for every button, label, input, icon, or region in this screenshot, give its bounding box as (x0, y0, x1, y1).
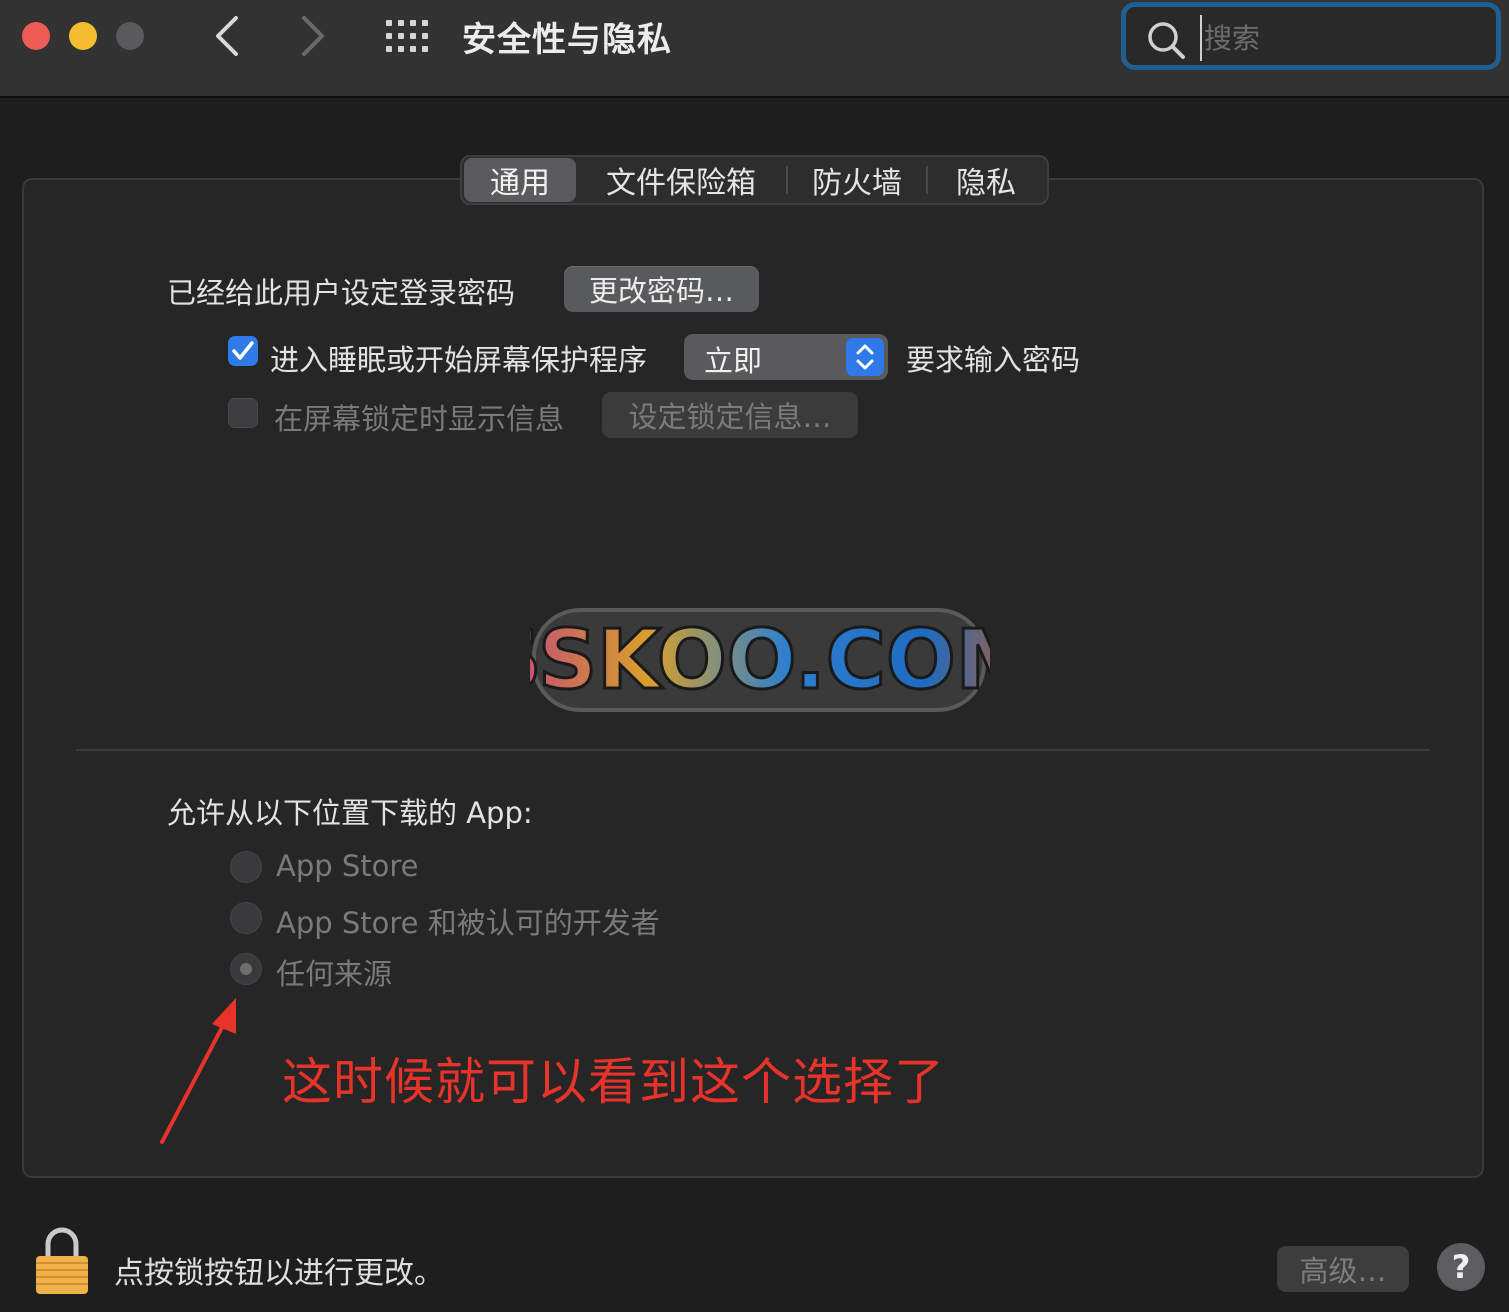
require-password-suffix: 要求输入密码 (906, 343, 1081, 377)
tab-filevault[interactable]: 文件保险箱 (576, 158, 786, 202)
radio-anywhere[interactable] (230, 953, 262, 985)
radio-anywhere-label: 任何来源 (276, 957, 393, 991)
search-field[interactable] (1121, 2, 1501, 70)
lock-hint-text: 点按锁按钮以进行更改。 (114, 1256, 444, 1291)
sskoo-watermark-logo: SSKOO.COM (530, 608, 990, 712)
set-lock-message-button[interactable]: 设定锁定信息… (602, 392, 858, 438)
show-lock-message-checkbox[interactable] (228, 398, 258, 428)
minimize-window-button[interactable] (69, 22, 97, 50)
close-window-button[interactable] (22, 22, 50, 50)
tab-firewall[interactable]: 防火墙 (788, 158, 926, 202)
chevron-right-icon (302, 16, 324, 56)
tab-bar: 通用 文件保险箱 防火墙 隐私 (460, 155, 1049, 205)
advanced-button[interactable]: 高级… (1277, 1246, 1409, 1292)
back-button[interactable] (206, 14, 246, 58)
grid-icon (386, 20, 428, 52)
radio-app-store-identified-label: App Store 和被认可的开发者 (276, 906, 660, 940)
tab-privacy[interactable]: 隐私 (928, 158, 1044, 202)
require-password-checkbox[interactable] (228, 336, 258, 366)
radio-selected-dot (240, 963, 252, 975)
radio-app-store[interactable] (230, 851, 262, 883)
title-bar: 安全性与隐私 (0, 0, 1509, 98)
require-password-label: 进入睡眠或开始屏幕保护程序 (270, 343, 648, 377)
search-input[interactable] (1200, 15, 1486, 61)
show-lock-message-label: 在屏幕锁定时显示信息 (274, 402, 565, 436)
help-button[interactable]: ? (1437, 1243, 1485, 1291)
password-delay-value: 立即 (704, 344, 763, 378)
radio-app-store-label: App Store (276, 849, 419, 883)
annotation-arrow-icon (160, 998, 236, 1144)
change-password-button[interactable]: 更改密码… (564, 266, 759, 312)
chevron-left-icon (216, 16, 238, 56)
watermark-text: SSKOO.COM (530, 613, 990, 708)
window-title: 安全性与隐私 (462, 20, 672, 60)
annotation-text: 这时候就可以看到这个选择了 (282, 1053, 945, 1111)
show-all-button[interactable] (384, 18, 430, 54)
allow-downloads-heading: 允许从以下位置下载的 App: (167, 796, 533, 830)
forward-button[interactable] (292, 14, 332, 58)
checkmark-icon (232, 341, 254, 360)
updown-chevron-icon (846, 338, 884, 376)
password-set-label: 已经给此用户设定登录密码 (167, 276, 516, 310)
password-delay-popup[interactable]: 立即 (684, 334, 888, 380)
section-divider (76, 749, 1430, 751)
tab-general[interactable]: 通用 (464, 158, 576, 202)
zoom-window-button[interactable] (116, 22, 144, 50)
lock-icon[interactable] (32, 1226, 92, 1296)
search-icon (1148, 22, 1185, 59)
radio-app-store-identified[interactable] (230, 902, 262, 934)
